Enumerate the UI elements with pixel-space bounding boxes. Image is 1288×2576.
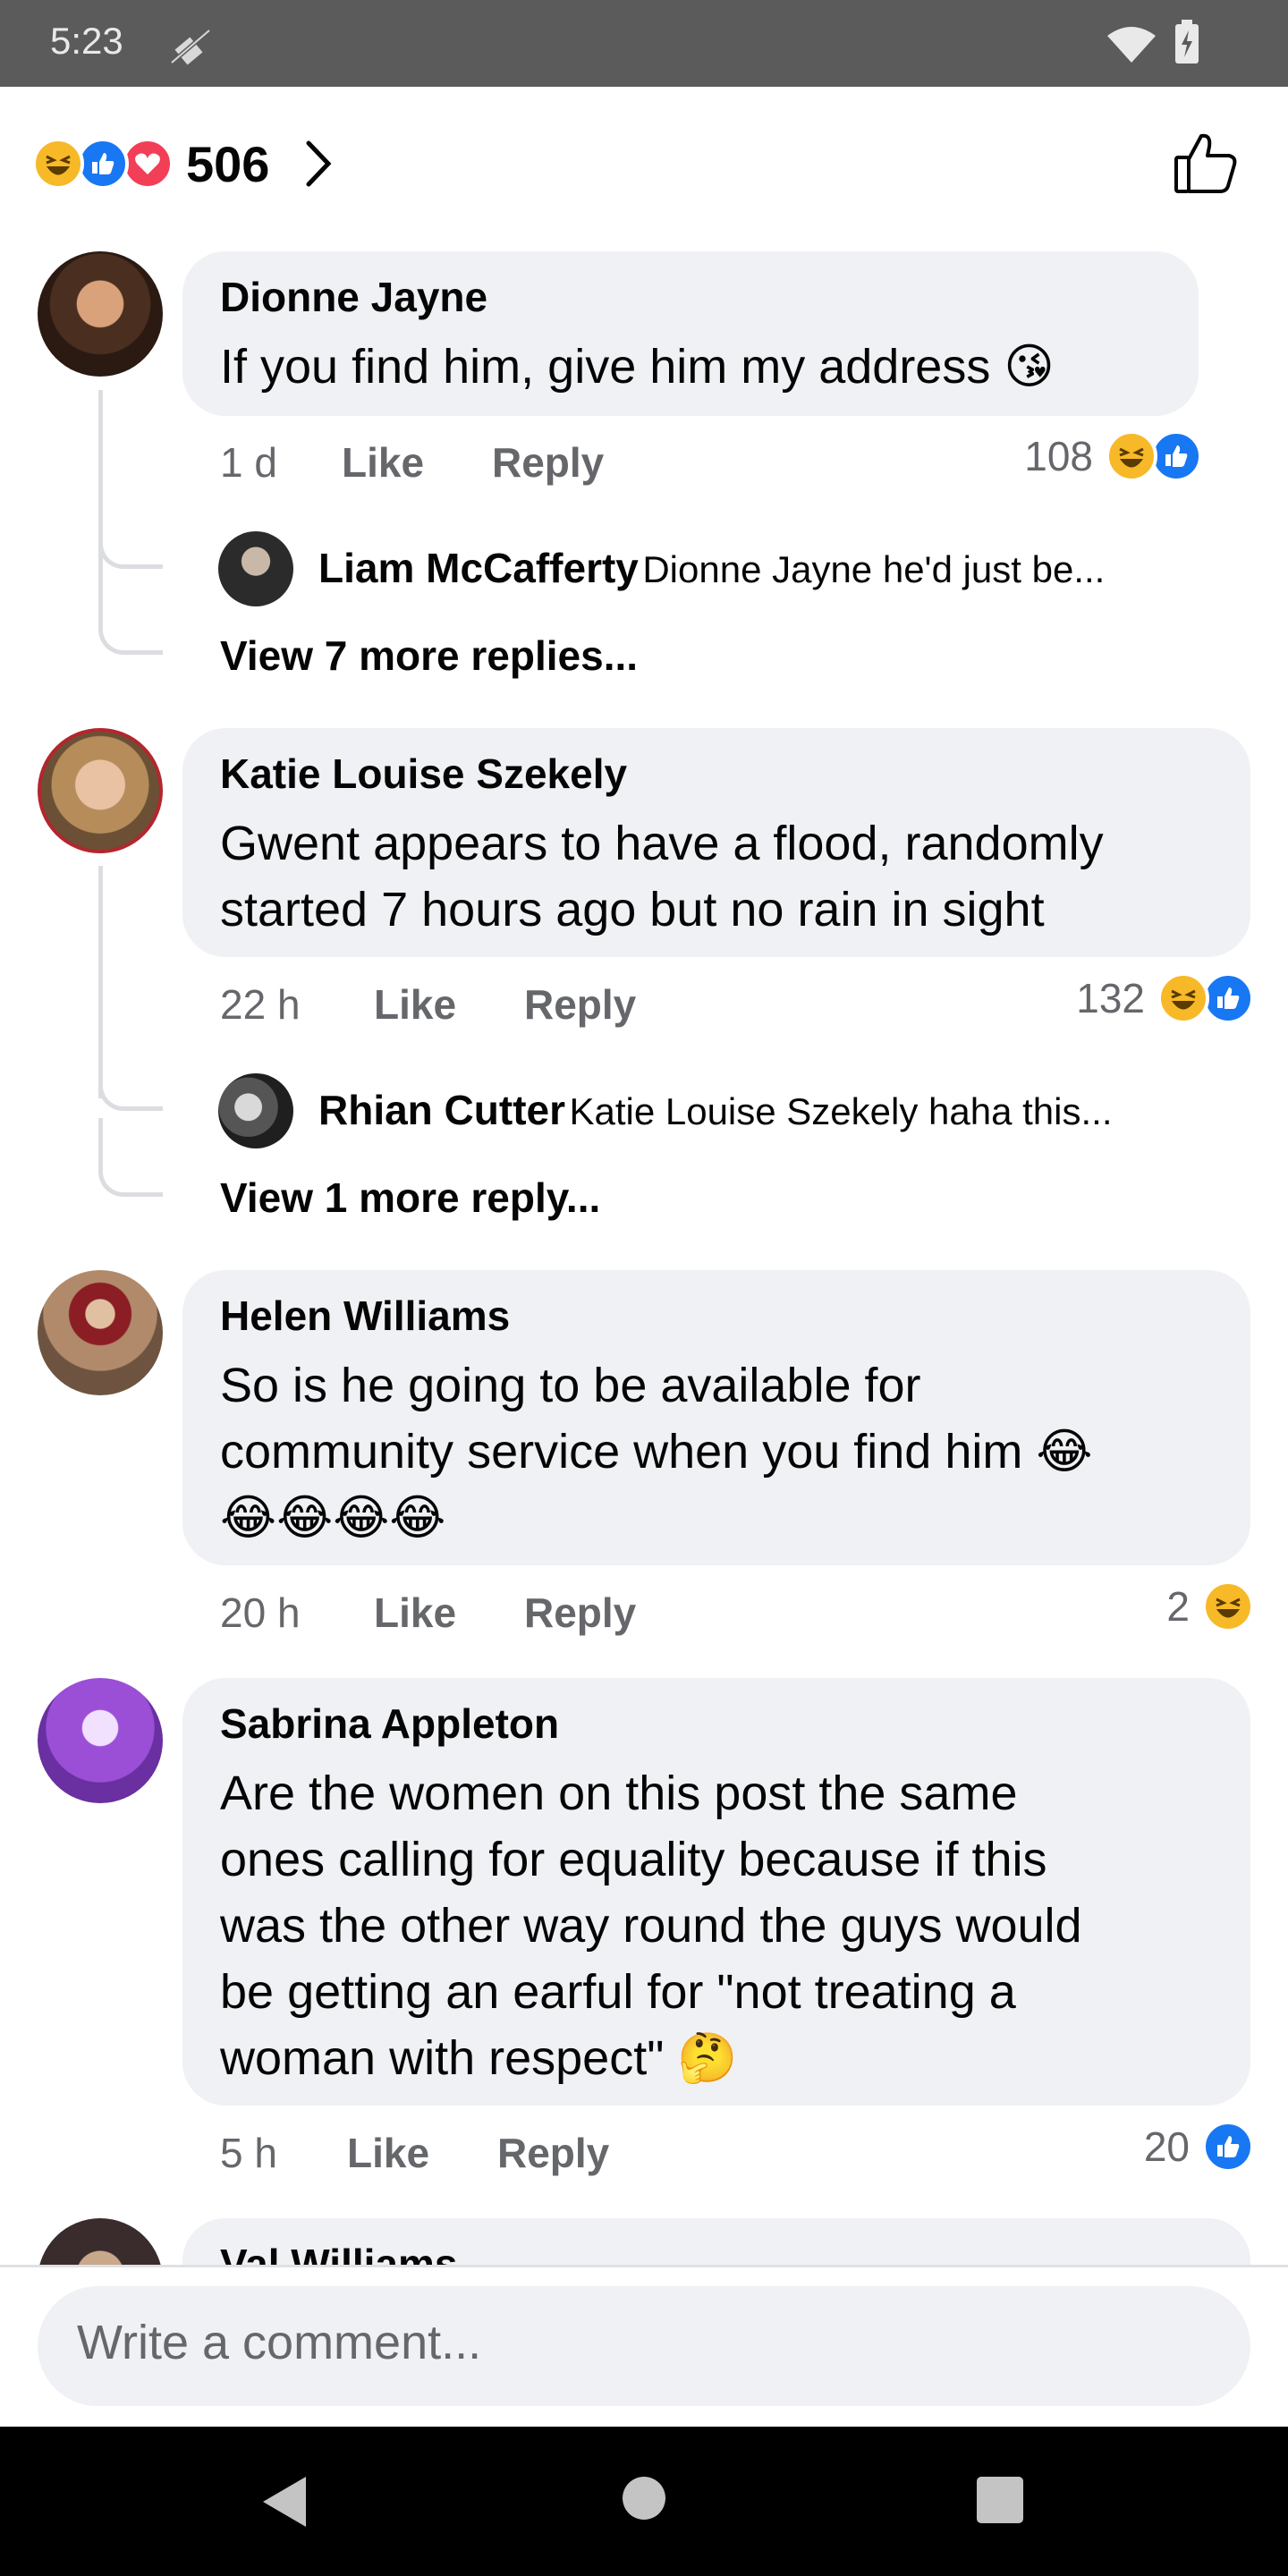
comment-text: If you find him, give him my address 😘 bbox=[220, 340, 1055, 394]
reply-author: Liam McCafferty bbox=[318, 545, 639, 591]
wifi-icon bbox=[1107, 27, 1156, 63]
haha-icon bbox=[1202, 1580, 1254, 1632]
comment-time: 5 h bbox=[220, 2130, 277, 2176]
reply-snippet: Dionne Jayne he'd just be... bbox=[642, 548, 1106, 590]
chevron-right-icon bbox=[306, 140, 332, 187]
view-more-replies[interactable]: View 7 more replies... bbox=[220, 631, 638, 680]
reply-preview[interactable]: Rhian Cutter Katie Louise Szekely haha t… bbox=[318, 1086, 1267, 1134]
reaction-count: 2 bbox=[1166, 1583, 1190, 1630]
comment-text: woman with respect" 🤔 bbox=[220, 2031, 738, 2085]
haha-icon bbox=[1106, 430, 1157, 482]
comment-text: started 7 hours ago but no rain in sight bbox=[220, 883, 1045, 936]
like-button[interactable]: Like bbox=[347, 2129, 429, 2177]
comment-time: 22 h bbox=[220, 981, 301, 1028]
avatar[interactable] bbox=[38, 1678, 163, 1803]
reply-author: Rhian Cutter bbox=[318, 1087, 565, 1133]
thread-line bbox=[98, 1038, 163, 1111]
comment-text: Gwent appears to have a flood, randomly bbox=[220, 817, 1104, 870]
comment-author[interactable]: Dionne Jayne bbox=[220, 273, 487, 321]
comment-bubble[interactable]: Sabrina Appleton Are the women on this p… bbox=[182, 1678, 1250, 2106]
comment-text: So is he going to be available for bbox=[220, 1359, 921, 1412]
comment-reactions[interactable]: 20 bbox=[1073, 2118, 1254, 2175]
comment-reactions[interactable]: 2 bbox=[1073, 1578, 1254, 1635]
reaction-count: 108 bbox=[1024, 433, 1093, 479]
comment-reactions[interactable]: 108 bbox=[966, 428, 1202, 485]
comment-text: was the other way round the guys would bbox=[220, 1899, 1082, 1953]
partial-comment: Val Williams bbox=[0, 2218, 1288, 2265]
avatar[interactable] bbox=[38, 1270, 163, 1395]
avatar[interactable] bbox=[218, 1073, 293, 1148]
haha-icon bbox=[32, 138, 84, 190]
reply-button[interactable]: Reply bbox=[497, 2129, 609, 2177]
comment-author[interactable]: Helen Williams bbox=[220, 1292, 510, 1340]
comment-time: 20 h bbox=[220, 1589, 301, 1636]
reply-button[interactable]: Reply bbox=[524, 980, 636, 1029]
love-icon bbox=[122, 138, 174, 190]
comment-author[interactable]: Val Williams bbox=[220, 2240, 458, 2265]
like-button[interactable]: Like bbox=[374, 1589, 456, 1637]
comment-text: be getting an earful for "not treating a bbox=[220, 1965, 1016, 2019]
home-icon[interactable] bbox=[623, 2477, 665, 2520]
like-icon bbox=[77, 138, 129, 190]
reply-button[interactable]: Reply bbox=[524, 1589, 636, 1637]
like-icon bbox=[1150, 430, 1202, 482]
like-button[interactable]: Like bbox=[374, 980, 456, 1029]
thread-line bbox=[98, 501, 163, 569]
status-bar: 5:23 bbox=[0, 0, 1288, 87]
comment-input-placeholder: Write a comment... bbox=[77, 2316, 482, 2369]
reply-preview[interactable]: Liam McCafferty Dionne Jayne he'd just b… bbox=[318, 544, 1267, 592]
battery-charging-icon bbox=[1175, 20, 1199, 64]
comment-reactions[interactable]: 132 bbox=[1011, 970, 1254, 1027]
recents-icon[interactable] bbox=[977, 2477, 1023, 2523]
comment-text: 😂😂😂😂 bbox=[220, 1491, 446, 1545]
haha-icon bbox=[1157, 972, 1209, 1024]
back-icon[interactable] bbox=[258, 2473, 311, 2530]
reactions-summary[interactable]: 506 bbox=[32, 134, 390, 193]
comment-bubble[interactable]: Val Williams bbox=[182, 2218, 1250, 2265]
comment-bubble[interactable]: Katie Louise Szekely Gwent appears to ha… bbox=[182, 728, 1250, 957]
avatar[interactable] bbox=[218, 531, 293, 606]
avatar[interactable] bbox=[38, 2218, 163, 2265]
comment-bubble[interactable]: Dionne Jayne If you find him, give him m… bbox=[182, 251, 1199, 416]
reaction-count: 20 bbox=[1143, 2123, 1190, 2170]
comment-bubble[interactable]: Helen Williams So is he going to be avai… bbox=[182, 1270, 1250, 1565]
thread-line bbox=[98, 1118, 163, 1197]
status-time: 5:23 bbox=[50, 20, 123, 62]
comment-text: community service when you find him 😂 bbox=[220, 1425, 1093, 1479]
like-button[interactable]: Like bbox=[342, 438, 424, 487]
no-signal-icon bbox=[170, 29, 211, 65]
avatar[interactable] bbox=[38, 251, 163, 377]
comment-text: ones calling for equality because if thi… bbox=[220, 1833, 1047, 1886]
thread-line bbox=[98, 590, 163, 655]
like-outline-icon[interactable] bbox=[1172, 129, 1240, 197]
reply-button[interactable]: Reply bbox=[492, 438, 604, 487]
avatar[interactable] bbox=[38, 728, 163, 853]
like-icon bbox=[1202, 2121, 1254, 2173]
comment-time: 1 d bbox=[220, 439, 277, 486]
comment-author[interactable]: Katie Louise Szekely bbox=[220, 750, 627, 798]
comment-author[interactable]: Sabrina Appleton bbox=[220, 1699, 559, 1748]
system-navigation-bar bbox=[0, 2427, 1288, 2576]
reaction-total: 506 bbox=[186, 135, 270, 192]
reaction-count: 132 bbox=[1076, 975, 1145, 1021]
view-more-replies[interactable]: View 1 more reply... bbox=[220, 1174, 600, 1222]
reply-snippet: Katie Louise Szekely haha this... bbox=[569, 1090, 1113, 1132]
like-icon bbox=[1202, 972, 1254, 1024]
comment-text: Are the women on this post the same bbox=[220, 1767, 1018, 1820]
